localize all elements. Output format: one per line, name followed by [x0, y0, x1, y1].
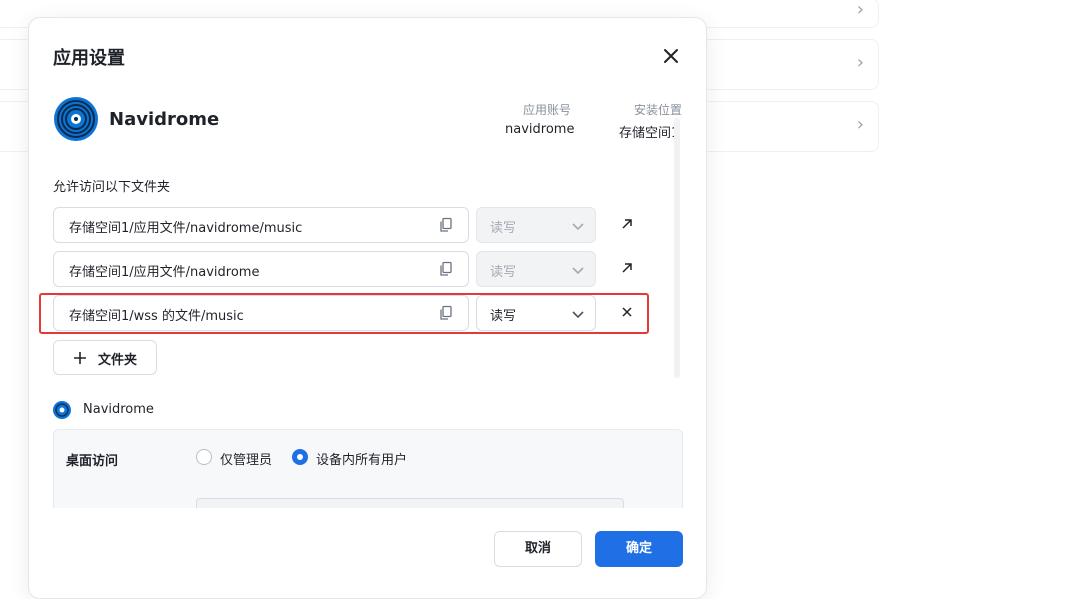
folder-path-text: 存储空间1/应用文件/navidrome — [69, 265, 260, 280]
app-settings-dialog: 应用设置 Navidrome 应用账号 navidrome 安装位置 存储空间1… — [28, 17, 707, 599]
folder-path-field[interactable]: 存储空间1/应用文件/navidrome/music — [53, 207, 469, 243]
folder-row: 存储空间1/应用文件/navidrome 读写 — [53, 251, 648, 287]
open-external-icon[interactable] — [619, 260, 635, 276]
chevron-right-icon: › — [856, 52, 864, 73]
permission-value: 读写 — [490, 221, 517, 236]
account-value: navidrome — [505, 122, 575, 137]
permission-value: 读写 — [490, 265, 517, 280]
radio-admin-only-label: 仅管理员 — [220, 453, 273, 468]
location-label: 安装位置 — [634, 103, 683, 117]
close-icon[interactable] — [659, 44, 683, 68]
confirm-button[interactable]: 确定 — [595, 531, 683, 567]
radio-all-users-label: 设备内所有用户 — [316, 453, 408, 468]
add-folder-button[interactable]: 文件夹 — [53, 340, 157, 375]
dialog-title: 应用设置 — [53, 48, 125, 69]
add-folder-label: 文件夹 — [98, 353, 138, 368]
radio-all-users[interactable] — [292, 449, 308, 465]
folder-path-text: 存储空间1/应用文件/navidrome/music — [69, 221, 303, 236]
folder-row: 存储空间1/wss 的文件/music 读写 — [53, 295, 648, 331]
open-external-icon[interactable] — [619, 216, 635, 232]
desktop-access-label: 桌面访问 — [66, 454, 119, 469]
folders-section-label: 允许访问以下文件夹 — [53, 180, 171, 195]
copy-icon[interactable] — [438, 217, 454, 233]
folder-path-field[interactable]: 存储空间1/wss 的文件/music — [53, 295, 469, 331]
navidrome-small-icon — [53, 401, 71, 419]
app-name: Navidrome — [109, 109, 220, 130]
location-value: 存储空间1 — [619, 126, 680, 141]
plus-icon — [73, 350, 87, 364]
permission-select: 读写 — [476, 251, 596, 287]
folder-path-field[interactable]: 存储空间1/应用文件/navidrome — [53, 251, 469, 287]
copy-icon[interactable] — [438, 261, 454, 277]
navidrome-logo-icon — [53, 96, 99, 142]
account-label: 应用账号 — [523, 103, 572, 117]
dialog-footer: 取消 确定 — [29, 508, 706, 598]
permission-value: 读写 — [490, 309, 517, 324]
folder-row: 存储空间1/应用文件/navidrome/music 读写 — [53, 207, 648, 243]
scrollbar[interactable] — [674, 118, 680, 378]
chevron-down-icon — [571, 262, 585, 276]
chevron-down-icon — [571, 218, 585, 232]
remove-icon[interactable] — [619, 304, 635, 320]
radio-admin-only[interactable] — [196, 449, 212, 465]
chevron-right-icon: › — [856, 0, 864, 20]
permission-select: 读写 — [476, 207, 596, 243]
chevron-down-icon — [571, 306, 585, 320]
chevron-right-icon: › — [856, 114, 864, 135]
folder-path-text: 存储空间1/wss 的文件/music — [69, 309, 244, 324]
cancel-button[interactable]: 取消 — [494, 531, 582, 567]
permission-select[interactable]: 读写 — [476, 295, 596, 331]
access-app-name: Navidrome — [83, 402, 154, 417]
copy-icon[interactable] — [438, 305, 454, 321]
